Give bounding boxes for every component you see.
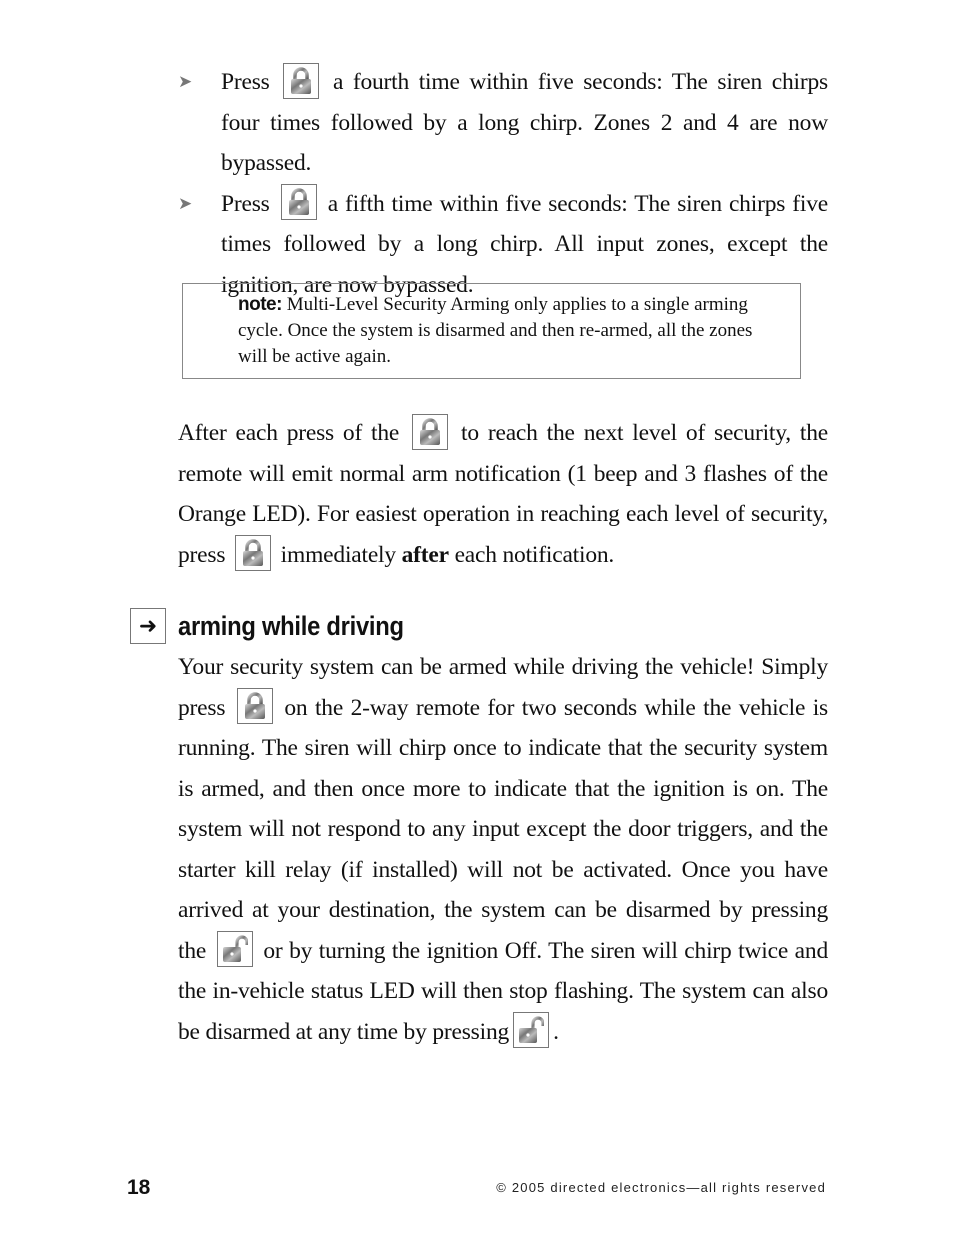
- paragraph-text: each notification.: [454, 541, 615, 568]
- emphasis-after: after: [401, 541, 449, 568]
- lock-closed-icon: [283, 62, 320, 99]
- bullet-text-before: Press: [221, 69, 270, 95]
- arrow-right-icon: ➜: [130, 608, 166, 644]
- lock-closed-icon: [280, 184, 317, 221]
- lock-closed-icon: [236, 688, 273, 725]
- page-number: 18: [127, 1176, 151, 1199]
- bullet-item: ➤ Press a fourth time within five second…: [178, 62, 828, 184]
- bullet-list: ➤ Press a fourth time within five second…: [178, 62, 828, 305]
- lock-open-icon: [513, 1012, 550, 1049]
- note-box: note: Multi-Level Security Arming only a…: [182, 283, 801, 379]
- bullet-text-before: Press: [221, 190, 270, 217]
- paragraph-arm-notification: After each press of the to reach the nex…: [178, 413, 828, 575]
- copyright-notice: © 2005 directed electronics—all rights r…: [496, 1180, 826, 1195]
- bullet-arrow-icon: ➤: [178, 72, 193, 91]
- lock-open-icon: [216, 931, 253, 968]
- section-heading: ➜ arming while driving: [130, 607, 435, 645]
- section-title: arming while driving: [178, 610, 404, 641]
- lock-closed-icon: [412, 413, 449, 450]
- paragraph-text: immediately: [280, 541, 396, 568]
- paragraph-text: After each press of the: [178, 420, 400, 446]
- note-body: Multi-Level Security Arming only applies…: [238, 294, 753, 367]
- paragraph-arming-while-driving: Your security system can be armed while …: [178, 647, 828, 1052]
- lock-closed-icon: [234, 535, 271, 572]
- paragraph-text: or by turning the ignition Off. The sire…: [178, 937, 828, 1045]
- bullet-arrow-icon: ➤: [178, 193, 193, 213]
- paragraph-text: .: [553, 1018, 559, 1045]
- note-label: note:: [238, 294, 282, 315]
- note-text: note: Multi-Level Security Arming only a…: [238, 292, 753, 370]
- paragraph-text: on the 2-way remote for two seconds whil…: [178, 694, 828, 964]
